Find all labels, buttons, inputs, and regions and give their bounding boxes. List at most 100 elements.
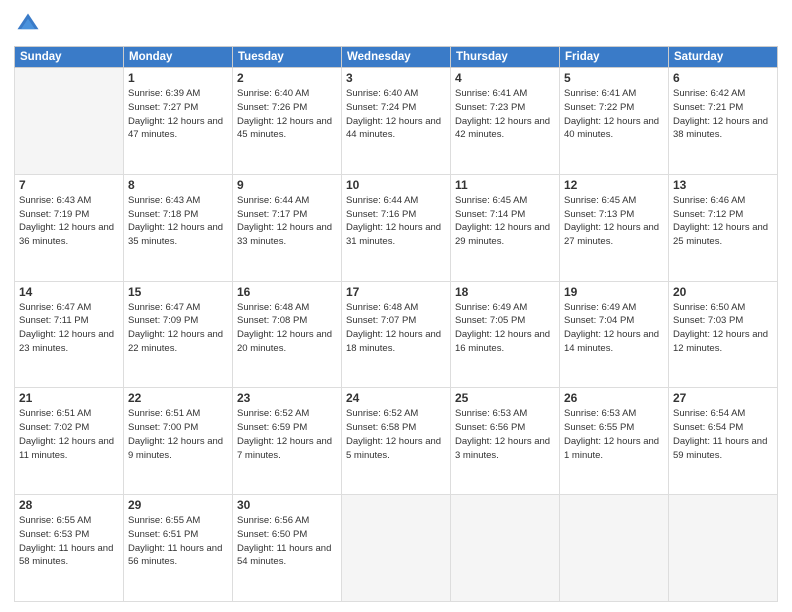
calendar-cell: 16Sunrise: 6:48 AMSunset: 7:08 PMDayligh…: [233, 281, 342, 388]
day-number: 8: [128, 178, 228, 192]
calendar-cell: 29 Sunrise: 6:55 AMSunset: 6:51 PMDayligh…: [124, 495, 233, 602]
calendar-cell: 11 Sunrise: 6:45 AMSunset: 7:14 PMDayligh…: [451, 174, 560, 281]
logo-icon: [14, 10, 42, 38]
calendar-cell: 22 Sunrise: 6:51 AMSunset: 7:00 PMDayligh…: [124, 388, 233, 495]
day-detail: Sunrise: 6:53 AMSunset: 6:56 PMDaylight:…: [455, 407, 555, 462]
calendar-table: SundayMondayTuesdayWednesdayThursdayFrid…: [14, 46, 778, 602]
day-number: 12: [564, 178, 664, 192]
calendar-cell: [15, 68, 124, 175]
calendar-cell: 8 Sunrise: 6:43 AMSunset: 7:18 PMDaylight…: [124, 174, 233, 281]
day-detail: Sunrise: 6:47 AMSunset: 7:09 PMDaylight:…: [128, 301, 228, 356]
calendar-cell: 3 Sunrise: 6:40 AMSunset: 7:24 PMDaylight…: [342, 68, 451, 175]
calendar-week-row: 14Sunrise: 6:47 AMSunset: 7:11 PMDayligh…: [15, 281, 778, 388]
calendar-cell: 2 Sunrise: 6:40 AMSunset: 7:26 PMDaylight…: [233, 68, 342, 175]
calendar-week-row: 7Sunrise: 6:43 AMSunset: 7:19 PMDaylight…: [15, 174, 778, 281]
day-detail: Sunrise: 6:43 AMSunset: 7:19 PMDaylight:…: [19, 194, 119, 249]
day-number: 5: [564, 71, 664, 85]
calendar-cell: 27Sunrise: 6:54 AMSunset: 6:54 PMDayligh…: [669, 388, 778, 495]
calendar-week-row: 1 Sunrise: 6:39 AMSunset: 7:27 PMDaylight…: [15, 68, 778, 175]
day-number: 20: [673, 285, 773, 299]
calendar-cell: 9 Sunrise: 6:44 AMSunset: 7:17 PMDaylight…: [233, 174, 342, 281]
calendar-cell: 15 Sunrise: 6:47 AMSunset: 7:09 PMDayligh…: [124, 281, 233, 388]
day-number: 22: [128, 391, 228, 405]
calendar-cell: 12Sunrise: 6:45 AMSunset: 7:13 PMDayligh…: [560, 174, 669, 281]
calendar-cell: 30 Sunrise: 6:56 AMSunset: 6:50 PMDayligh…: [233, 495, 342, 602]
calendar-cell: 24 Sunrise: 6:52 AMSunset: 6:58 PMDayligh…: [342, 388, 451, 495]
calendar-header-row: SundayMondayTuesdayWednesdayThursdayFrid…: [15, 47, 778, 68]
day-detail: Sunrise: 6:52 AMSunset: 6:58 PMDaylight:…: [346, 407, 446, 462]
day-number: 13: [673, 178, 773, 192]
day-detail: Sunrise: 6:44 AMSunset: 7:17 PMDaylight:…: [237, 194, 337, 249]
calendar-week-row: 21 Sunrise: 6:51 AMSunset: 7:02 PMDayligh…: [15, 388, 778, 495]
day-detail: Sunrise: 6:49 AMSunset: 7:05 PMDaylight:…: [455, 301, 555, 356]
day-number: 9: [237, 178, 337, 192]
calendar-cell: 26Sunrise: 6:53 AMSunset: 6:55 PMDayligh…: [560, 388, 669, 495]
day-number: 21: [19, 391, 119, 405]
day-detail: Sunrise: 6:41 AMSunset: 7:22 PMDaylight:…: [564, 87, 664, 142]
calendar-cell: 14Sunrise: 6:47 AMSunset: 7:11 PMDayligh…: [15, 281, 124, 388]
header: [14, 10, 778, 38]
calendar-cell: [451, 495, 560, 602]
calendar-cell: 4 Sunrise: 6:41 AMSunset: 7:23 PMDaylight…: [451, 68, 560, 175]
day-detail: Sunrise: 6:52 AMSunset: 6:59 PMDaylight:…: [237, 407, 337, 462]
calendar-cell: 5 Sunrise: 6:41 AMSunset: 7:22 PMDaylight…: [560, 68, 669, 175]
day-detail: Sunrise: 6:55 AMSunset: 6:51 PMDaylight:…: [128, 514, 228, 569]
day-number: 25: [455, 391, 555, 405]
day-number: 11: [455, 178, 555, 192]
day-detail: Sunrise: 6:41 AMSunset: 7:23 PMDaylight:…: [455, 87, 555, 142]
day-detail: Sunrise: 6:45 AMSunset: 7:14 PMDaylight:…: [455, 194, 555, 249]
calendar-header-wednesday: Wednesday: [342, 47, 451, 68]
page: SundayMondayTuesdayWednesdayThursdayFrid…: [0, 0, 792, 612]
calendar-header-tuesday: Tuesday: [233, 47, 342, 68]
day-detail: Sunrise: 6:47 AMSunset: 7:11 PMDaylight:…: [19, 301, 119, 356]
day-number: 3: [346, 71, 446, 85]
calendar-header-saturday: Saturday: [669, 47, 778, 68]
day-number: 18: [455, 285, 555, 299]
day-number: 4: [455, 71, 555, 85]
calendar-header-thursday: Thursday: [451, 47, 560, 68]
day-detail: Sunrise: 6:51 AMSunset: 7:00 PMDaylight:…: [128, 407, 228, 462]
day-number: 6: [673, 71, 773, 85]
day-number: 15: [128, 285, 228, 299]
calendar-cell: 21 Sunrise: 6:51 AMSunset: 7:02 PMDayligh…: [15, 388, 124, 495]
day-number: 17: [346, 285, 446, 299]
calendar-header-sunday: Sunday: [15, 47, 124, 68]
day-detail: Sunrise: 6:51 AMSunset: 7:02 PMDaylight:…: [19, 407, 119, 462]
day-number: 10: [346, 178, 446, 192]
day-detail: Sunrise: 6:44 AMSunset: 7:16 PMDaylight:…: [346, 194, 446, 249]
calendar-cell: 1 Sunrise: 6:39 AMSunset: 7:27 PMDaylight…: [124, 68, 233, 175]
day-number: 28: [19, 498, 119, 512]
day-detail: Sunrise: 6:43 AMSunset: 7:18 PMDaylight:…: [128, 194, 228, 249]
day-detail: Sunrise: 6:48 AMSunset: 7:07 PMDaylight:…: [346, 301, 446, 356]
day-detail: Sunrise: 6:40 AMSunset: 7:26 PMDaylight:…: [237, 87, 337, 142]
calendar-header-monday: Monday: [124, 47, 233, 68]
day-detail: Sunrise: 6:48 AMSunset: 7:08 PMDaylight:…: [237, 301, 337, 356]
calendar-cell: [342, 495, 451, 602]
day-detail: Sunrise: 6:40 AMSunset: 7:24 PMDaylight:…: [346, 87, 446, 142]
day-number: 24: [346, 391, 446, 405]
day-detail: Sunrise: 6:55 AMSunset: 6:53 PMDaylight:…: [19, 514, 119, 569]
calendar-cell: 7Sunrise: 6:43 AMSunset: 7:19 PMDaylight…: [15, 174, 124, 281]
day-number: 19: [564, 285, 664, 299]
calendar-cell: 28 Sunrise: 6:55 AMSunset: 6:53 PMDayligh…: [15, 495, 124, 602]
day-number: 27: [673, 391, 773, 405]
day-detail: Sunrise: 6:50 AMSunset: 7:03 PMDaylight:…: [673, 301, 773, 356]
day-number: 26: [564, 391, 664, 405]
day-detail: Sunrise: 6:49 AMSunset: 7:04 PMDaylight:…: [564, 301, 664, 356]
day-detail: Sunrise: 6:46 AMSunset: 7:12 PMDaylight:…: [673, 194, 773, 249]
calendar-header-friday: Friday: [560, 47, 669, 68]
day-detail: Sunrise: 6:56 AMSunset: 6:50 PMDaylight:…: [237, 514, 337, 569]
calendar-cell: [560, 495, 669, 602]
day-number: 2: [237, 71, 337, 85]
day-detail: Sunrise: 6:42 AMSunset: 7:21 PMDaylight:…: [673, 87, 773, 142]
day-number: 30: [237, 498, 337, 512]
calendar-cell: 20 Sunrise: 6:50 AMSunset: 7:03 PMDayligh…: [669, 281, 778, 388]
day-number: 29: [128, 498, 228, 512]
day-number: 1: [128, 71, 228, 85]
calendar-cell: 17 Sunrise: 6:48 AMSunset: 7:07 PMDayligh…: [342, 281, 451, 388]
calendar-cell: 6 Sunrise: 6:42 AMSunset: 7:21 PMDaylight…: [669, 68, 778, 175]
calendar-cell: 13 Sunrise: 6:46 AMSunset: 7:12 PMDayligh…: [669, 174, 778, 281]
day-detail: Sunrise: 6:39 AMSunset: 7:27 PMDaylight:…: [128, 87, 228, 142]
logo: [14, 10, 46, 38]
calendar-week-row: 28 Sunrise: 6:55 AMSunset: 6:53 PMDayligh…: [15, 495, 778, 602]
